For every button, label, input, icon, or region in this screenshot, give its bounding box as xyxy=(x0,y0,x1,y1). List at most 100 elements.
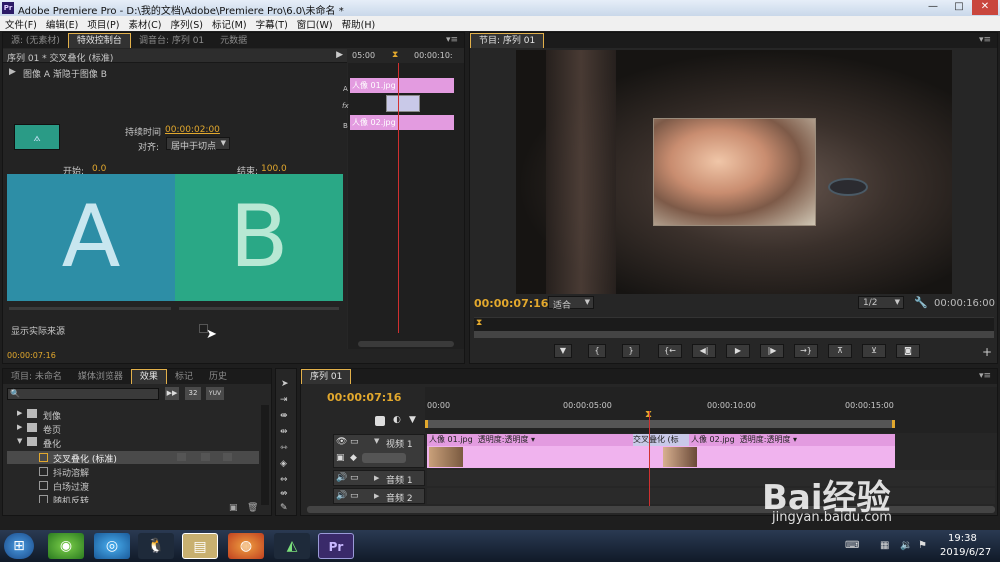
menu-project[interactable]: 项目(P) xyxy=(82,16,123,31)
lock-icon[interactable]: ▭ xyxy=(350,473,359,483)
expand-arrow-icon[interactable]: ▶ xyxy=(17,423,22,431)
playhead-marker-icon[interactable]: ⧗ xyxy=(392,50,398,60)
start-slider[interactable] xyxy=(9,307,171,310)
slide-tool-icon[interactable]: ⇎ xyxy=(280,489,288,499)
panel-menu-icon[interactable]: ▾≡ xyxy=(979,371,991,381)
transition-thumbnail[interactable]: ⟑ xyxy=(14,124,60,150)
extract-button[interactable]: ⊻ xyxy=(862,344,886,358)
flag-icon[interactable]: ⚑ xyxy=(918,540,927,551)
expand-arrow-icon[interactable]: ▶ xyxy=(374,474,379,482)
speaker-icon[interactable]: 🔊 xyxy=(336,491,347,501)
track-select-tool-icon[interactable]: ⇥ xyxy=(280,395,288,405)
fit-dropdown[interactable]: 适合 ▼ xyxy=(548,296,594,311)
program-scroll[interactable] xyxy=(474,331,994,338)
tab-effect-controls[interactable]: 特效控制台 xyxy=(67,33,131,48)
tab-metadata[interactable]: 元数据 xyxy=(212,34,255,49)
step-forward-button[interactable]: |▶ xyxy=(760,344,784,358)
work-area-bar[interactable] xyxy=(425,420,895,428)
track-header-audio2[interactable]: 🔊 ▭ ▶ 音频 2 xyxy=(333,488,425,504)
display-style-icon[interactable]: ▣ xyxy=(336,453,345,463)
end-slider[interactable] xyxy=(179,307,339,310)
slip-tool-icon[interactable]: ⇔ xyxy=(280,475,288,485)
menu-clip[interactable]: 素材(C) xyxy=(123,16,165,31)
effects-search-input[interactable]: 🔍 xyxy=(7,388,159,400)
clock-time[interactable]: 19:38 xyxy=(948,533,977,544)
clip-2-label[interactable]: 人像 02.jpg 透明度:透明度 ▾ xyxy=(689,434,895,446)
menu-help[interactable]: 帮助(H) xyxy=(337,16,380,31)
tab-program[interactable]: 节目: 序列 01 xyxy=(470,33,545,48)
wrench-icon[interactable]: 🔧 xyxy=(914,296,928,309)
expand-arrow-icon[interactable]: ▶ xyxy=(9,67,16,77)
list-item[interactable]: 随机反转 xyxy=(3,493,265,503)
go-to-out-button[interactable]: →} xyxy=(794,344,818,358)
delete-icon[interactable]: 🗑 xyxy=(247,503,258,513)
yuv-filter-badge[interactable]: YUV xyxy=(206,387,224,400)
menu-edit[interactable]: 编辑(E) xyxy=(41,16,82,31)
volume-icon[interactable]: 🔉 xyxy=(900,540,912,551)
duration-value[interactable]: 00:00:02:00 xyxy=(165,125,220,135)
program-playhead-icon[interactable]: ⧗ xyxy=(476,318,482,328)
panel-menu-icon[interactable]: ▾≡ xyxy=(979,35,991,45)
play-transition-icon[interactable]: ▶ xyxy=(336,50,343,60)
mini-clip-b[interactable]: 人像 02.jpg xyxy=(350,115,454,130)
tab-sequence[interactable]: 序列 01 xyxy=(301,369,352,384)
step-back-button[interactable]: ◀| xyxy=(692,344,716,358)
list-item-selected[interactable]: 交叉叠化 (标准) xyxy=(7,451,259,465)
play-button[interactable]: ▶ xyxy=(726,344,750,358)
menu-marker[interactable]: 标记(M) xyxy=(207,16,251,31)
tab-effects[interactable]: 效果 xyxy=(130,369,167,384)
menu-title[interactable]: 字幕(T) xyxy=(251,16,292,31)
lift-button[interactable]: ⊼ xyxy=(828,344,852,358)
clip-1-label[interactable]: 人像 01.jpg 透明度:透明度 ▾ xyxy=(427,434,633,446)
tab-history[interactable]: 历史 xyxy=(201,370,235,385)
collapse-arrow-icon[interactable]: ▼ xyxy=(17,437,22,445)
mini-scrollbar[interactable] xyxy=(358,341,454,347)
track-header-video1[interactable]: 👁 ▭ ▼ 视频 1 ▣ ◆ xyxy=(333,434,425,468)
menu-sequence[interactable]: 序列(S) xyxy=(166,16,207,31)
track-header-audio1[interactable]: 🔊 ▭ ▶ 音频 1 xyxy=(333,470,425,486)
add-marker-button[interactable]: ▼ xyxy=(554,344,572,358)
list-item[interactable]: ▶ 卷页 xyxy=(3,423,265,436)
menu-file[interactable]: 文件(F) xyxy=(0,16,41,31)
lock-icon[interactable]: ▭ xyxy=(350,437,359,447)
go-to-in-button[interactable]: {← xyxy=(658,344,682,358)
list-item[interactable]: 抖动溶解 xyxy=(3,465,265,479)
resolution-dropdown[interactable]: 1/2 ▼ xyxy=(858,296,904,309)
expand-arrow-icon[interactable]: ▶ xyxy=(17,409,22,417)
mini-transition[interactable] xyxy=(386,95,420,112)
pen-tool-icon[interactable]: ✎ xyxy=(280,503,288,513)
keyframe-nav[interactable] xyxy=(362,453,406,463)
effects-scrollbar[interactable] xyxy=(261,405,269,505)
tab-audio-mixer[interactable]: 调音台: 序列 01 xyxy=(131,34,212,49)
rate-stretch-tool-icon[interactable]: ⇿ xyxy=(280,443,288,453)
export-frame-button[interactable]: ◙ xyxy=(896,344,920,358)
firefox-icon[interactable]: ◍ xyxy=(228,533,264,559)
mini-playhead[interactable] xyxy=(398,63,399,333)
32bit-filter-badge[interactable]: 32 xyxy=(185,387,201,400)
expand-arrow-icon[interactable]: ▶ xyxy=(374,492,379,500)
align-dropdown[interactable]: 居中于切点 ▼ xyxy=(166,137,230,152)
mark-out-button[interactable]: } xyxy=(622,344,640,358)
list-item[interactable]: 白场过渡 xyxy=(3,479,265,493)
lock-icon[interactable]: ▭ xyxy=(350,491,359,501)
start-button[interactable]: ⊞ xyxy=(4,533,34,559)
ripple-edit-tool-icon[interactable]: ⇼ xyxy=(280,411,288,421)
tab-project[interactable]: 项目: 未命名 xyxy=(3,370,70,385)
new-folder-icon[interactable]: ▣ xyxy=(229,503,238,513)
tab-media-browser[interactable]: 媒体浏览器 xyxy=(70,370,131,385)
accelerated-filter-icon[interactable]: ▶▶ xyxy=(165,387,179,400)
list-item[interactable]: ▼ 叠化 xyxy=(3,437,265,450)
clock-date[interactable]: 2019/6/27 xyxy=(940,547,991,558)
timeline-ruler[interactable]: 00:00 00:00:05:00 00:00:10:00 00:00:15:0… xyxy=(425,387,997,433)
network-icon[interactable]: ▦ xyxy=(880,540,889,551)
close-button[interactable]: ✕ xyxy=(972,0,998,15)
list-item[interactable]: ▶ 划像 xyxy=(3,409,265,422)
menu-window[interactable]: 窗口(W) xyxy=(292,16,337,31)
mini-clip-a[interactable]: 人像 01.jpg xyxy=(350,78,454,93)
qq-icon[interactable]: 🐧 xyxy=(138,533,174,559)
razor-tool-icon[interactable]: ◈ xyxy=(280,459,287,469)
mark-in-button[interactable]: { xyxy=(588,344,606,358)
end-value[interactable]: 100.0 xyxy=(261,164,287,174)
keyframe-icon[interactable]: ◆ xyxy=(350,453,357,463)
video-player-icon[interactable]: ◎ xyxy=(94,533,130,559)
